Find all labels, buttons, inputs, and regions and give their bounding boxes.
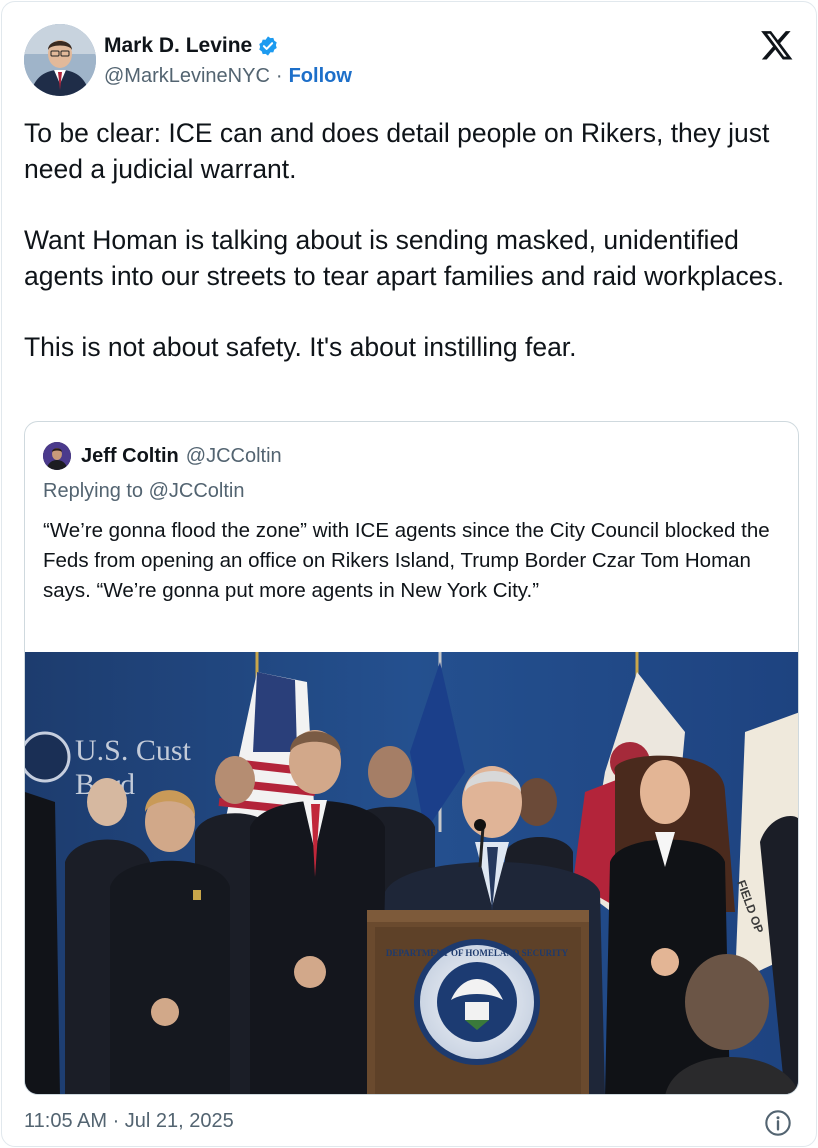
separator-dot: · [275,64,283,87]
author-avatar[interactable] [24,24,96,96]
verified-badge-icon [257,35,279,57]
follow-button[interactable]: Follow [289,65,352,88]
tweet-timestamp[interactable]: 11:05 AM · Jul 21, 2025 [24,1106,234,1136]
info-icon[interactable] [764,1109,792,1137]
quote-author-name[interactable]: Jeff Coltin [81,445,179,468]
tweet-paragraph: This is not about safety. It's about ins… [24,332,577,362]
author-block: Mark D. Levine @MarkLevineNYC · Follow [104,32,352,92]
wall-sign-text: U.S. Cust [75,734,192,767]
tweet-paragraph: To be clear: ICE can and does detail peo… [24,118,770,184]
timestamp-text[interactable]: 11:05 AM · Jul 21, 2025 [24,1110,234,1133]
tweet-card: Mark D. Levine @MarkLevineNYC · Follow T… [1,1,817,1147]
author-name[interactable]: Mark D. Levine [104,34,252,58]
quoted-tweet[interactable]: Jeff Coltin @JCColtin Replying to @JCCol… [24,421,799,1095]
quote-author-avatar[interactable] [43,442,71,470]
author-handle[interactable]: @MarkLevineNYC [104,65,270,88]
quote-author-handle[interactable]: @JCColtin [186,445,282,468]
tweet-text: To be clear: ICE can and does detail peo… [24,116,804,366]
tweet-paragraph: Want Homan is talking about is sending m… [24,225,785,291]
x-logo-icon[interactable] [760,28,794,62]
quote-text: “We’re gonna flood the zone” with ICE ag… [43,519,770,602]
press-conference-photo[interactable]: U.S. Cust Bord d FIELD OP [25,652,798,1094]
reply-context: Replying to @JCColtin [43,480,245,502]
seal-text: DEPARTMENT OF HOMELAND SECURITY [386,948,569,958]
